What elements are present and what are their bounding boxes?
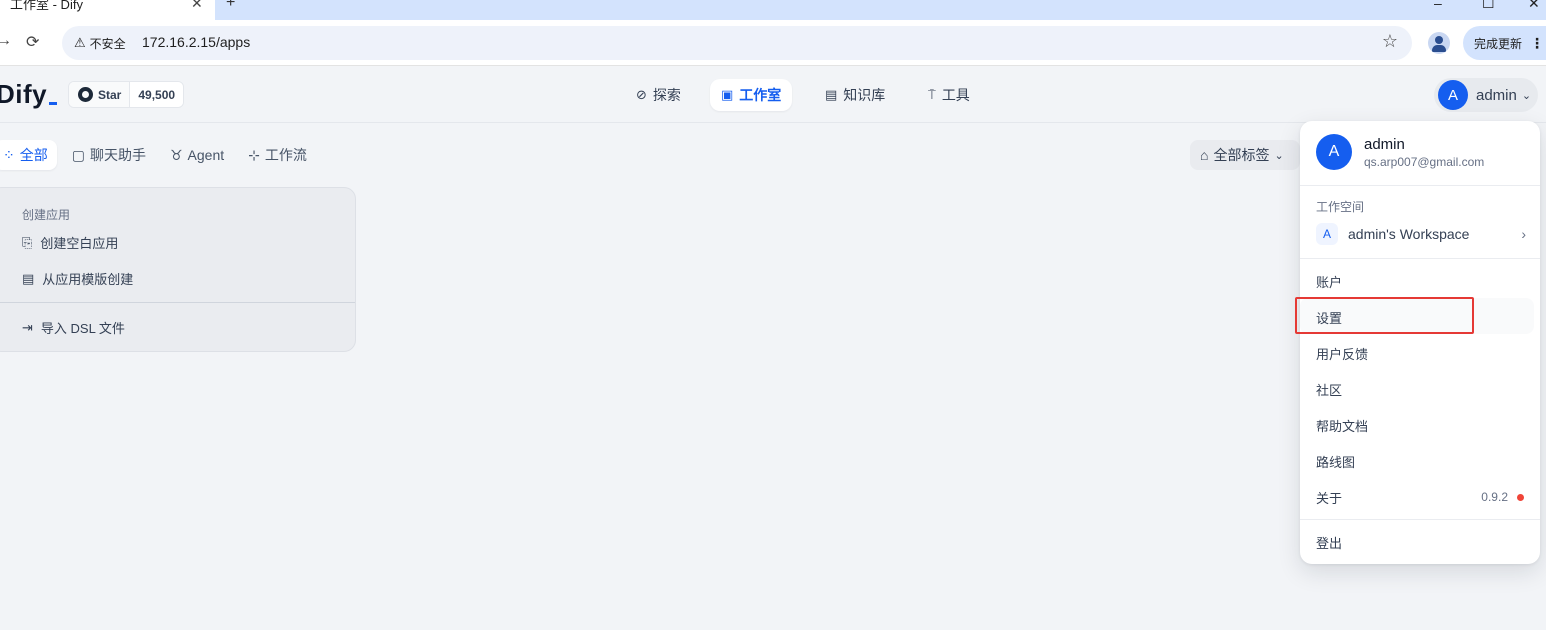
url-text[interactable]: 172.16.2.15/apps <box>142 34 250 50</box>
nav-studio[interactable]: ▣ 工作室 <box>710 79 793 111</box>
browser-tab[interactable]: 工作室 - Dify ✕ <box>0 0 215 20</box>
chevron-down-icon: ⌄ <box>1274 149 1284 162</box>
tag-filter-dropdown[interactable]: ⌂ 全部标签 ⌄ <box>1190 140 1300 170</box>
import-icon: ⇥ <box>22 319 33 335</box>
book-icon: ▤ <box>825 87 838 102</box>
maximize-icon[interactable]: ☐ <box>1482 0 1495 12</box>
security-label: 不安全 <box>89 36 126 51</box>
create-template-label: 从应用模版创建 <box>42 272 134 287</box>
browser-tabstrip: 工作室 - Dify ✕ + – ☐ ✕ <box>0 0 1546 20</box>
minimize-icon[interactable]: – <box>1434 0 1442 11</box>
tag-filter-label: 全部标签 <box>1213 147 1270 163</box>
workspace-badge: A <box>1316 223 1338 245</box>
update-label: 完成更新 <box>1474 36 1523 51</box>
github-icon <box>78 87 93 102</box>
logo-cursor <box>49 102 58 105</box>
warning-icon: ⚠ <box>74 35 86 50</box>
security-chip[interactable]: ⚠ 不安全 <box>68 32 132 54</box>
file-plus-icon: ⎘ <box>22 234 33 250</box>
nav-knowledge[interactable]: ▤ 知识库 <box>814 79 896 111</box>
workflow-icon: ⊹ <box>248 146 260 163</box>
hammer-icon: ⍑ <box>928 87 936 102</box>
menu-user-name: admin <box>1364 135 1405 153</box>
reload-icon[interactable]: ⟳ <box>26 32 39 52</box>
workspace-name: admin's Workspace <box>1348 226 1470 242</box>
divider <box>1300 258 1540 259</box>
close-icon[interactable]: ✕ <box>191 0 203 12</box>
import-dsl-button[interactable]: ⇥ 导入 DSL 文件 <box>22 318 125 337</box>
nav-tools[interactable]: ⍑ 工具 <box>917 79 981 111</box>
import-dsl-label: 导入 DSL 文件 <box>40 321 125 336</box>
workspace-switcher[interactable]: A admin's Workspace › <box>1316 222 1526 246</box>
divider <box>0 302 355 303</box>
agent-icon: ♉ <box>169 146 183 163</box>
bookmark-star-icon[interactable]: ☆ <box>1382 31 1398 52</box>
filter-label: Agent <box>187 147 225 163</box>
user-name: admin <box>1476 86 1517 104</box>
logo-text: Dify <box>0 79 48 109</box>
filter-label: 聊天助手 <box>89 147 146 163</box>
browser-toolbar: → ⟳ ⚠ 不安全 172.16.2.15/apps ☆ 完成更新 ⋮ <box>0 20 1546 66</box>
github-star-button[interactable]: Star 49,500 <box>68 81 185 108</box>
github-star-label: Star <box>98 87 122 102</box>
create-app-card: 创建应用 ⎘ 创建空白应用 ▤ 从应用模版创建 ⇥ 导入 DSL 文件 <box>0 187 356 352</box>
filter-all[interactable]: ⁘ 全部 <box>0 140 57 170</box>
nav-label: 工具 <box>941 87 970 103</box>
github-star-count: 49,500 <box>130 82 184 107</box>
nav-label: 工作室 <box>739 87 782 103</box>
menu-user-email: qs.arp007@gmail.com <box>1364 154 1485 169</box>
grid-icon: ⁘ <box>3 146 15 163</box>
tag-icon: ⌂ <box>1200 147 1209 163</box>
nav-label: 探索 <box>652 87 681 103</box>
compass-icon: ⊘ <box>636 87 647 102</box>
chevron-down-icon: ⌄ <box>1521 89 1532 102</box>
settings-highlight-box <box>1295 297 1474 334</box>
user-dropdown-menu: A admin qs.arp007@gmail.com 工作空间 A admin… <box>1300 121 1540 564</box>
update-button[interactable]: 完成更新 ⋮ <box>1463 26 1546 60</box>
create-blank-app-button[interactable]: ⎘ 创建空白应用 <box>22 233 118 252</box>
filter-chat-assistant[interactable]: ▢ 聊天助手 <box>63 140 155 170</box>
address-bar[interactable]: ⚠ 不安全 172.16.2.15/apps ☆ <box>62 26 1412 60</box>
menu-item-account[interactable]: 账户 <box>1316 272 1342 291</box>
profile-icon[interactable] <box>1428 32 1450 54</box>
kebab-menu-icon[interactable]: ⋮ <box>1530 35 1544 52</box>
filter-agent[interactable]: ♉ Agent <box>161 140 233 170</box>
create-blank-label: 创建空白应用 <box>40 236 119 251</box>
nav-label: 知识库 <box>843 87 886 103</box>
user-menu-button[interactable]: A admin ⌄ <box>1434 78 1538 112</box>
window-close-icon[interactable]: ✕ <box>1528 0 1540 12</box>
nav-explore[interactable]: ⊘ 探索 <box>625 79 692 111</box>
tab-title: 工作室 - Dify <box>10 0 83 12</box>
chevron-right-icon: › <box>1521 226 1526 242</box>
app-type-filters: ⁘ 全部 ▢ 聊天助手 ♉ Agent ⊹ 工作流 <box>0 140 316 170</box>
avatar: A <box>1438 80 1468 110</box>
menu-user-info: A admin qs.arp007@gmail.com <box>1316 134 1484 170</box>
workspace-label: 工作空间 <box>1316 200 1365 214</box>
filter-label: 工作流 <box>264 147 307 163</box>
filter-workflow[interactable]: ⊹ 工作流 <box>239 140 316 170</box>
divider <box>1300 185 1540 186</box>
create-from-template-button[interactable]: ▤ 从应用模版创建 <box>22 269 133 288</box>
avatar: A <box>1316 134 1352 170</box>
chat-icon: ▢ <box>71 146 85 163</box>
dify-logo[interactable]: Dify <box>0 79 58 110</box>
forward-icon[interactable]: → <box>0 32 12 50</box>
template-icon: ▤ <box>22 270 35 286</box>
new-tab-icon[interactable]: + <box>226 0 235 12</box>
filter-label: 全部 <box>19 147 48 163</box>
robot-icon: ▣ <box>721 87 734 102</box>
app-header: Dify Star 49,500 ⊘ 探索 ▣ 工作室 ▤ 知识库 ⍑ 工具 A… <box>0 67 1546 123</box>
card-title: 创建应用 <box>22 208 71 222</box>
